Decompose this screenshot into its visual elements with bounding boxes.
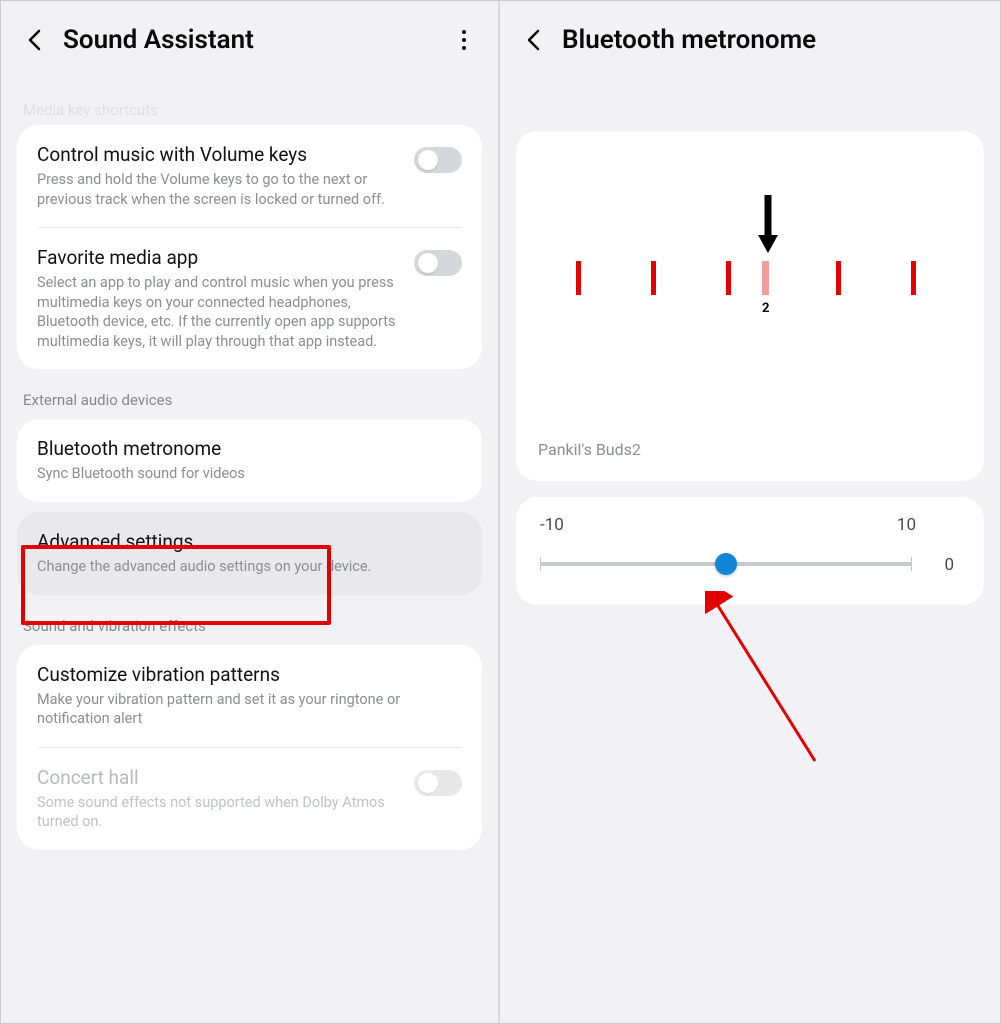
device-name: Pankil's Buds2 bbox=[538, 440, 641, 459]
settings-pane: Sound Assistant Media key shortcuts Cont… bbox=[1, 1, 500, 1023]
item-subtitle: Change the advanced audio settings on yo… bbox=[37, 557, 462, 577]
item-title: Customize vibration patterns bbox=[37, 663, 462, 686]
slider-max: 10 bbox=[897, 515, 916, 535]
back-button[interactable] bbox=[21, 26, 49, 54]
item-title: Favorite media app bbox=[37, 246, 400, 269]
scale-tick-current bbox=[762, 261, 769, 295]
item-bluetooth-metronome[interactable]: Bluetooth metronome Sync Bluetooth sound… bbox=[17, 419, 482, 502]
slider-knob[interactable] bbox=[715, 553, 737, 575]
item-customize-vibration[interactable]: Customize vibration patterns Make your v… bbox=[17, 645, 482, 747]
more-button[interactable] bbox=[450, 30, 478, 50]
header: Bluetooth metronome bbox=[500, 1, 1000, 71]
sync-slider[interactable]: 0 bbox=[540, 553, 960, 575]
metronome-scale: 2 bbox=[536, 201, 964, 361]
header: Sound Assistant bbox=[1, 1, 498, 71]
scale-tick bbox=[651, 261, 656, 295]
card-bt-metronome: Bluetooth metronome Sync Bluetooth sound… bbox=[17, 419, 482, 502]
item-control-music[interactable]: Control music with Volume keys Press and… bbox=[17, 125, 482, 227]
item-subtitle: Some sound effects not supported when Do… bbox=[37, 793, 400, 832]
item-favorite-app[interactable]: Favorite media app Select an app to play… bbox=[17, 228, 482, 369]
pointer-arrow-icon bbox=[756, 191, 780, 259]
slider-tick bbox=[911, 557, 912, 571]
scale-tick bbox=[576, 261, 581, 295]
page-title: Sound Assistant bbox=[63, 25, 450, 55]
chevron-left-icon bbox=[526, 29, 542, 51]
scale-tick bbox=[911, 261, 916, 295]
toggle-control-music[interactable] bbox=[414, 147, 462, 173]
item-subtitle: Make your vibration pattern and set it a… bbox=[37, 690, 462, 729]
page-title: Bluetooth metronome bbox=[562, 25, 980, 55]
faded-header: Media key shortcuts bbox=[17, 101, 482, 125]
section-external-label: External audio devices bbox=[17, 369, 482, 419]
item-subtitle: Press and hold the Volume keys to go to … bbox=[37, 170, 400, 209]
item-concert-hall[interactable]: Concert hall Some sound effects not supp… bbox=[17, 748, 482, 850]
back-button[interactable] bbox=[520, 26, 548, 54]
slider-min: -10 bbox=[540, 515, 564, 535]
item-title: Concert hall bbox=[37, 766, 400, 789]
annotation-arrow-icon bbox=[705, 591, 835, 771]
slider-card: -10 10 0 bbox=[516, 497, 984, 605]
card-sound-effects: Customize vibration patterns Make your v… bbox=[17, 645, 482, 850]
slider-value: 0 bbox=[944, 555, 954, 575]
item-title: Bluetooth metronome bbox=[37, 437, 462, 460]
card-media-keys: Control music with Volume keys Press and… bbox=[17, 125, 482, 369]
item-title: Control music with Volume keys bbox=[37, 143, 400, 166]
metronome-card: 2 Pankil's Buds2 bbox=[516, 131, 984, 481]
item-subtitle: Select an app to play and control music … bbox=[37, 273, 400, 351]
chevron-left-icon bbox=[27, 29, 43, 51]
toggle-concert-hall[interactable] bbox=[414, 770, 462, 796]
card-advanced: Advanced settings Change the advanced au… bbox=[17, 512, 482, 595]
scale-value: 2 bbox=[762, 301, 769, 316]
scale-tick bbox=[726, 261, 731, 295]
section-sound-label: Sound and vibration effects bbox=[17, 595, 482, 645]
slider-tick bbox=[540, 557, 541, 571]
settings-list: Media key shortcuts Control music with V… bbox=[1, 101, 498, 850]
scale-tick bbox=[836, 261, 841, 295]
detail-pane: Bluetooth metronome 2 Pankil's Buds2 -10… bbox=[500, 1, 1000, 1023]
slider-range-labels: -10 10 bbox=[540, 515, 960, 535]
item-title: Advanced settings bbox=[37, 530, 462, 553]
item-subtitle: Sync Bluetooth sound for videos bbox=[37, 464, 462, 484]
item-advanced-settings[interactable]: Advanced settings Change the advanced au… bbox=[17, 512, 482, 595]
toggle-favorite-app[interactable] bbox=[414, 250, 462, 276]
